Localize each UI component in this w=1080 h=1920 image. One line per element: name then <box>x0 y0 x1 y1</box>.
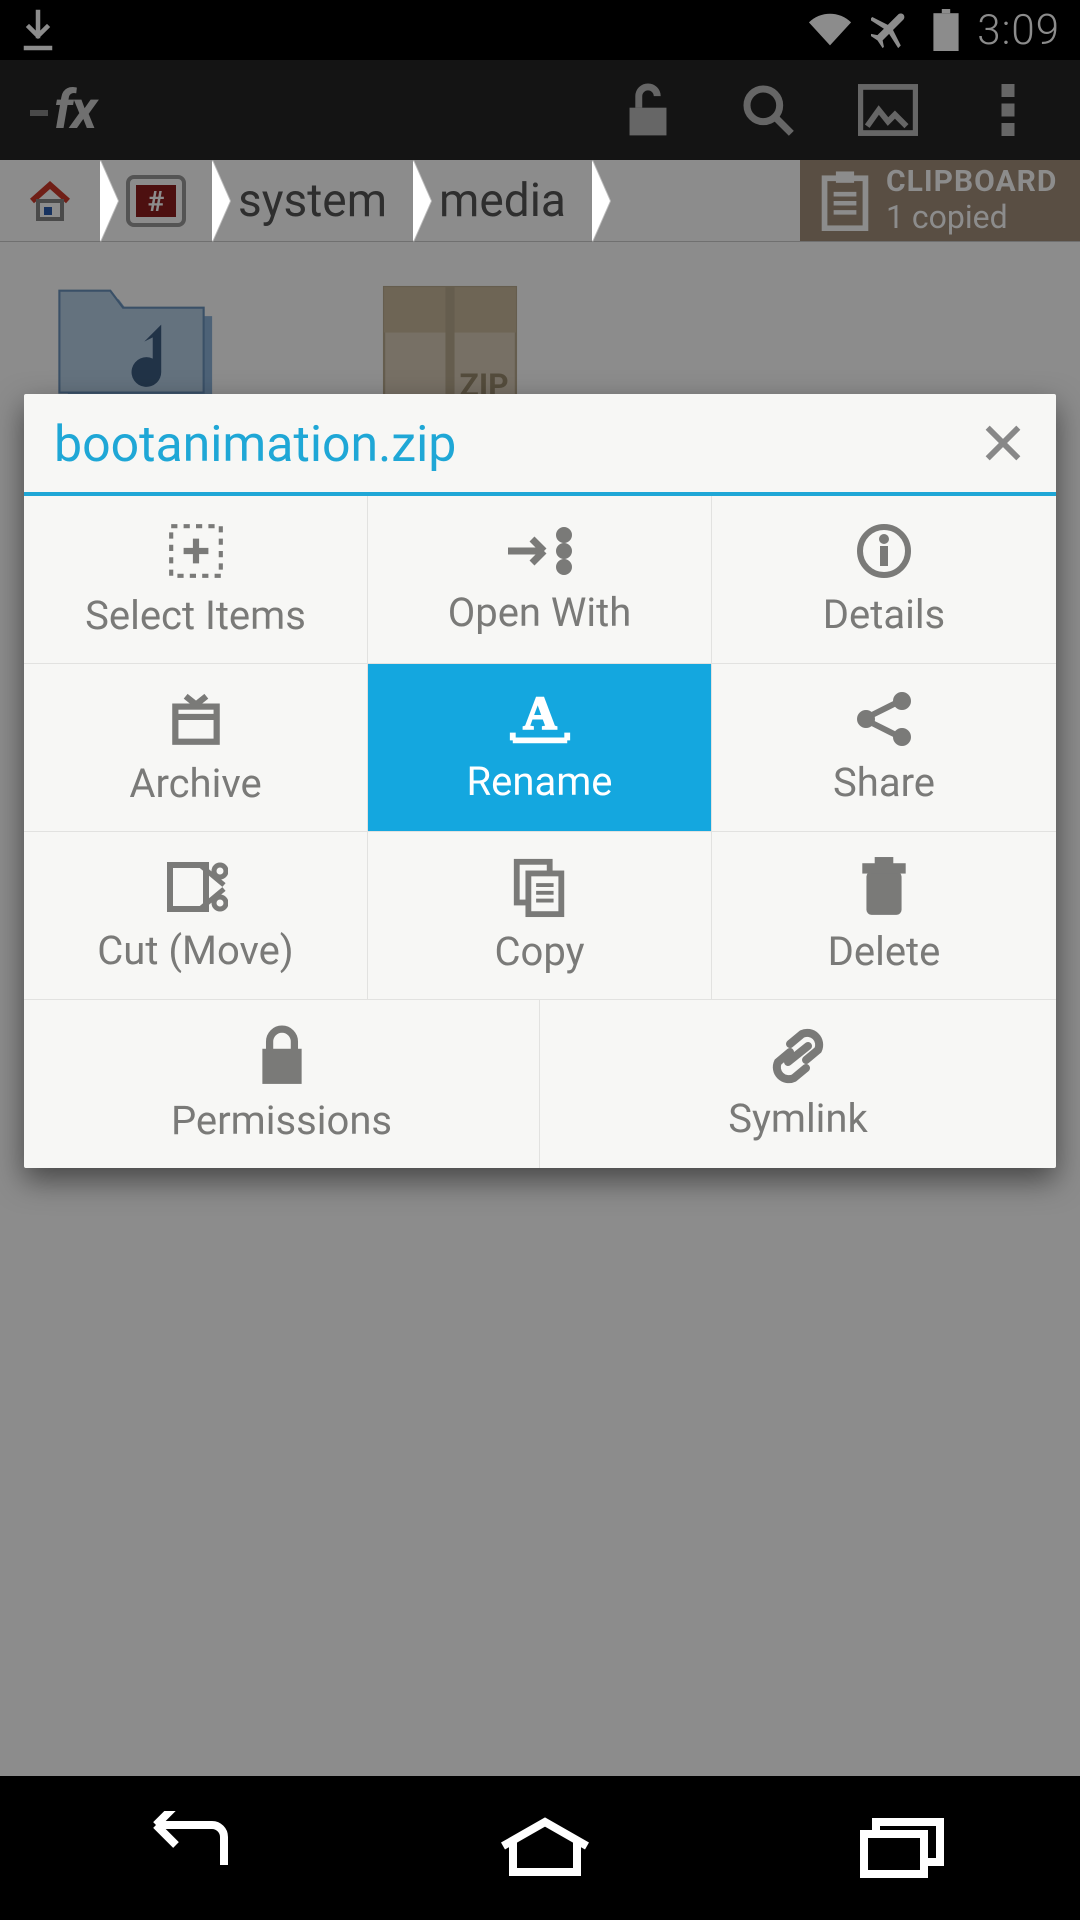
action-label: Permissions <box>171 1097 392 1144</box>
action-rename[interactable]: A Rename <box>368 664 712 832</box>
close-icon[interactable] <box>980 420 1026 470</box>
nav-home-button[interactable] <box>495 1814 595 1882</box>
context-menu-modal: bootanimation.zip Select Items Open With… <box>24 394 1056 1168</box>
action-cut[interactable]: Cut (Move) <box>24 832 368 1000</box>
nav-recent-button[interactable] <box>852 1814 952 1882</box>
action-label: Archive <box>129 760 261 807</box>
svg-text:A: A <box>523 690 557 740</box>
nav-back-button[interactable] <box>128 1811 238 1885</box>
action-label: Share <box>833 759 935 806</box>
action-select-items[interactable]: Select Items <box>24 496 368 664</box>
action-label: Copy <box>494 928 584 975</box>
action-open-with[interactable]: Open With <box>368 496 712 664</box>
action-label: Open With <box>448 589 632 636</box>
action-share[interactable]: Share <box>712 664 1056 832</box>
action-label: Rename <box>467 758 613 805</box>
navigation-bar <box>0 1776 1080 1920</box>
action-details[interactable]: Details <box>712 496 1056 664</box>
action-delete[interactable]: Delete <box>712 832 1056 1000</box>
action-label: Select Items <box>85 592 306 639</box>
modal-title: bootanimation.zip <box>54 416 456 474</box>
action-label: Details <box>823 591 945 638</box>
action-label: Symlink <box>728 1095 868 1142</box>
action-label: Delete <box>828 928 941 975</box>
action-permissions[interactable]: Permissions <box>24 1000 540 1168</box>
action-label: Cut (Move) <box>97 927 293 974</box>
action-archive[interactable]: Archive <box>24 664 368 832</box>
action-copy[interactable]: Copy <box>368 832 712 1000</box>
action-symlink[interactable]: Symlink <box>540 1000 1056 1168</box>
